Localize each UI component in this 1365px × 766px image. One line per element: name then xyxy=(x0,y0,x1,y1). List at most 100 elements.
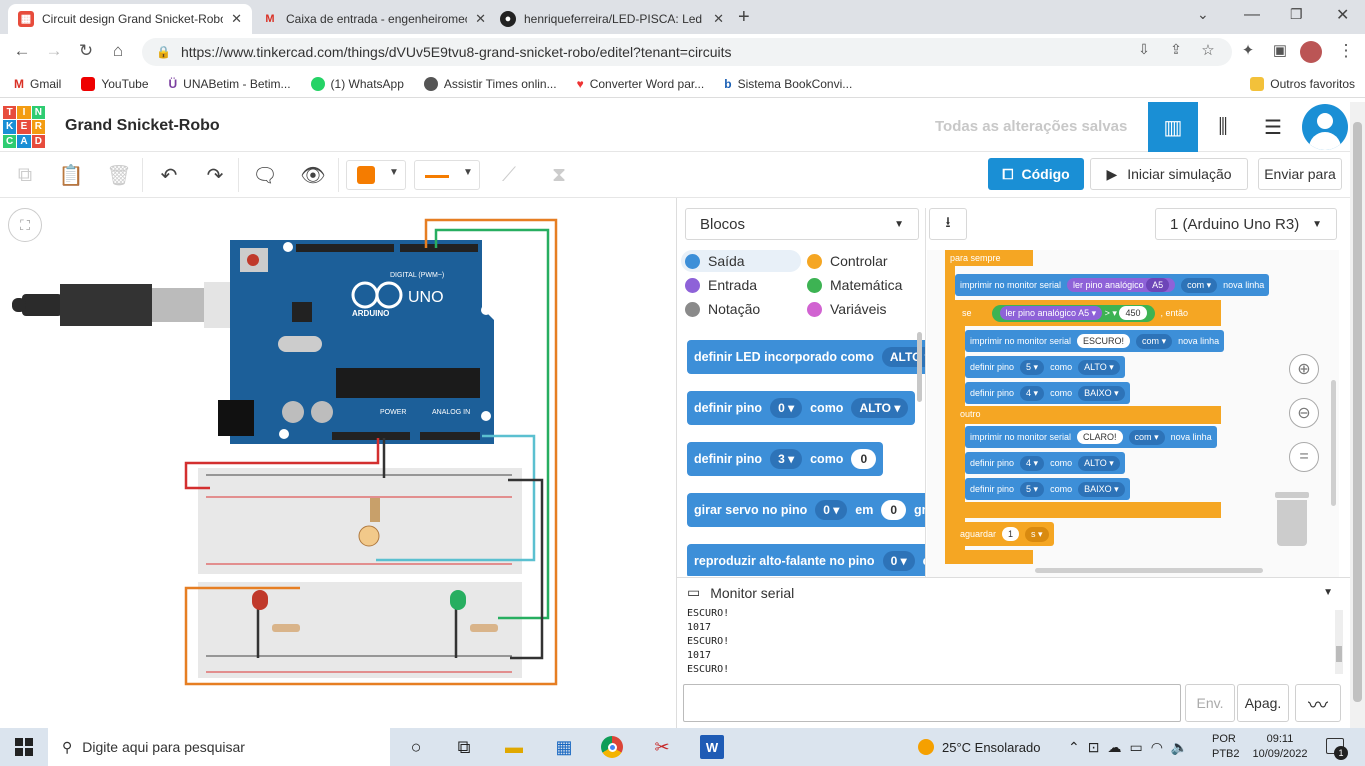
forever-block[interactable]: para sempre xyxy=(945,250,1033,266)
paste-icon[interactable]: 📋 xyxy=(56,160,86,190)
language-indicator[interactable]: POR PTB2 xyxy=(1212,732,1240,762)
home-icon[interactable]: ⌂ xyxy=(106,41,130,61)
reload-icon[interactable]: ↻ xyxy=(74,41,98,61)
pin-dropdown[interactable]: 5 ▾ xyxy=(1020,359,1045,375)
code-button[interactable]: ⧠ Código xyxy=(988,158,1084,190)
page-scrollbar[interactable] xyxy=(1350,102,1365,728)
serial-input[interactable] xyxy=(683,684,1181,722)
start-simulation-button[interactable]: ▶ Iniciar simulação xyxy=(1090,158,1248,190)
close-tab-icon[interactable]: ✕ xyxy=(231,11,242,27)
block-set-builtin-led[interactable]: definir LED incorporado como ALTO ▾ xyxy=(687,340,925,374)
block-set-pin4-high[interactable]: definir pino 4 ▾ como ALTO ▾ xyxy=(965,452,1125,474)
windows-start-icon[interactable] xyxy=(12,735,36,759)
code-mode-dropdown[interactable]: Blocos ▼ xyxy=(685,208,919,240)
snipping-tool-icon[interactable]: ✂ xyxy=(650,735,674,759)
task-view-icon[interactable]: ⧉ xyxy=(452,735,476,759)
script-workspace[interactable]: para sempre imprimir no monitor serial l… xyxy=(927,250,1339,577)
category-math[interactable]: Matemática xyxy=(807,274,902,296)
serial-send-button[interactable]: Env. xyxy=(1185,684,1235,722)
newline-dropdown[interactable]: com ▾ xyxy=(1136,333,1173,349)
usb-cable[interactable] xyxy=(12,282,268,328)
install-icon[interactable]: ⇩ xyxy=(1132,41,1156,58)
bookmark-star-icon[interactable]: ☆ xyxy=(1196,41,1220,59)
newline-dropdown[interactable]: com ▾ xyxy=(1128,429,1165,445)
clock[interactable]: 09:11 10/09/2022 xyxy=(1252,732,1308,762)
schematic-view-button[interactable]: ⫼ xyxy=(1198,102,1248,152)
bookmark-youtube[interactable]: YouTube xyxy=(81,76,149,91)
value-dropdown[interactable]: ALTO ▾ xyxy=(1078,455,1120,471)
redo-icon[interactable]: ↷ xyxy=(200,160,230,190)
serial-monitor-header[interactable]: ▭ Monitor serial ▼ xyxy=(677,577,1351,607)
block-set-pin5-high[interactable]: definir pino 5 ▾ como ALTO ▾ xyxy=(965,356,1125,378)
bookmark-unabetim[interactable]: Ü UNABetim - Betim... xyxy=(169,77,291,91)
threshold-input[interactable]: 450 xyxy=(1119,305,1147,320)
device-dropdown[interactable]: 1 (Arduino Uno R3) ▼ xyxy=(1155,208,1337,240)
url-input[interactable]: 🔒 https://www.tinkercad.com/things/dVUv5… xyxy=(142,38,1232,66)
zoom-out-icon[interactable]: ⊖ xyxy=(1289,398,1319,428)
category-output[interactable]: Saída xyxy=(681,250,801,272)
trash-icon[interactable] xyxy=(1273,492,1311,546)
block-set-pin-digital[interactable]: definir pino 0 ▾ como ALTO ▾ xyxy=(687,391,916,425)
wait-input[interactable]: 1 xyxy=(1002,527,1020,541)
palette-scrollbar[interactable] xyxy=(917,332,922,402)
close-tab-icon[interactable]: ✕ xyxy=(475,11,486,27)
delete-icon[interactable]: 🗑 xyxy=(104,160,134,190)
serial-scrollbar[interactable] xyxy=(1335,610,1343,674)
notes-visibility-icon[interactable]: 👁 xyxy=(298,160,328,190)
copy-icon[interactable]: ⧉ xyxy=(10,160,40,190)
tab-search-icon[interactable]: ⌄ xyxy=(1197,6,1209,23)
undo-icon[interactable]: ↶ xyxy=(154,160,184,190)
components-list-button[interactable]: ☰ xyxy=(1248,102,1298,152)
pin-dropdown[interactable]: 0 ▾ xyxy=(815,500,848,520)
tinkercad-logo[interactable]: T I N K E R C A D xyxy=(3,106,45,148)
design-title[interactable]: Grand Snicket-Robo xyxy=(65,117,220,135)
pin-dropdown[interactable]: 4 ▾ xyxy=(1020,385,1045,401)
value-dropdown[interactable]: ALTO ▾ xyxy=(1078,359,1120,375)
pin-dropdown[interactable]: 4 ▾ xyxy=(1020,455,1045,471)
read-analog-reporter[interactable]: ler pino analógico A5 ▾ xyxy=(999,305,1103,320)
block-set-pin4-low[interactable]: definir pino 4 ▾ como BAIXO ▾ xyxy=(965,382,1130,404)
menu-icon[interactable]: ⋮ xyxy=(1334,41,1358,61)
volume-icon[interactable]: 🔈 xyxy=(1171,739,1188,756)
extensions-icon[interactable]: ✦ xyxy=(1236,41,1260,59)
flip-icon[interactable]: ⧗ xyxy=(544,160,574,190)
green-led[interactable] xyxy=(450,590,466,610)
workspace-v-scrollbar[interactable] xyxy=(1331,380,1336,506)
text-input[interactable]: CLARO! xyxy=(1077,430,1123,444)
bookmark-times[interactable]: Assistir Times onlin... xyxy=(423,76,557,91)
word-icon[interactable]: W xyxy=(700,735,724,759)
circuit-canvas[interactable]: ⛶ UNO ARDUINO DIGITAL (PWM~) POWER ANALO… xyxy=(0,198,676,728)
block-print-sensor[interactable]: imprimir no monitor serial ler pino anal… xyxy=(955,274,1270,296)
close-window-icon[interactable]: ✕ xyxy=(1336,5,1349,25)
unit-dropdown[interactable]: s ▾ xyxy=(1025,526,1049,542)
onedrive-icon[interactable]: ☁ xyxy=(1107,739,1121,756)
category-notation[interactable]: Notação xyxy=(685,298,760,320)
restore-icon[interactable]: ❐ xyxy=(1290,6,1303,23)
wire-type-picker[interactable]: ▼ xyxy=(414,160,480,190)
pin-dropdown[interactable]: A5 xyxy=(1146,278,1170,292)
block-set-pin5-low[interactable]: definir pino 5 ▾ como BAIXO ▾ xyxy=(965,478,1130,500)
chevron-up-icon[interactable]: ⌃ xyxy=(1068,739,1080,756)
block-print-light[interactable]: imprimir no monitor serial CLARO! com ▾ … xyxy=(965,426,1217,448)
sidepanel-icon[interactable]: ▣ xyxy=(1268,41,1292,59)
profile-avatar[interactable] xyxy=(1300,41,1322,63)
block-print-dark[interactable]: imprimir no monitor serial ESCURO! com ▾… xyxy=(965,330,1225,352)
serial-graph-button[interactable]: 〰 xyxy=(1295,684,1341,722)
send-to-button[interactable]: Enviar para xyxy=(1258,158,1342,190)
value-input[interactable]: 0 xyxy=(851,449,877,469)
pin-dropdown[interactable]: 0 ▾ xyxy=(882,551,915,571)
compare-block[interactable]: ler pino analógico A5 ▾ > ▾ 450 xyxy=(991,304,1155,322)
back-icon[interactable]: ← xyxy=(10,41,34,61)
align-icon[interactable]: ⟋ xyxy=(494,160,524,190)
red-led[interactable] xyxy=(252,590,268,610)
share-icon[interactable]: ⇪ xyxy=(1164,41,1188,58)
serial-clear-button[interactable]: Apag. xyxy=(1237,684,1289,722)
file-explorer-icon[interactable]: ▬ xyxy=(502,735,526,759)
download-code-button[interactable]: ⭳ xyxy=(929,208,967,240)
taskbar-search-box[interactable]: ⚲ Digite aqui para pesquisar xyxy=(48,728,390,766)
bookmark-converter[interactable]: ♥ Converter Word par... xyxy=(577,77,705,91)
cortana-icon[interactable]: ○ xyxy=(404,735,428,759)
user-avatar[interactable] xyxy=(1302,104,1348,150)
zoom-in-icon[interactable]: ⊕ xyxy=(1289,354,1319,384)
bookmark-gmail[interactable]: M Gmail xyxy=(14,77,61,91)
